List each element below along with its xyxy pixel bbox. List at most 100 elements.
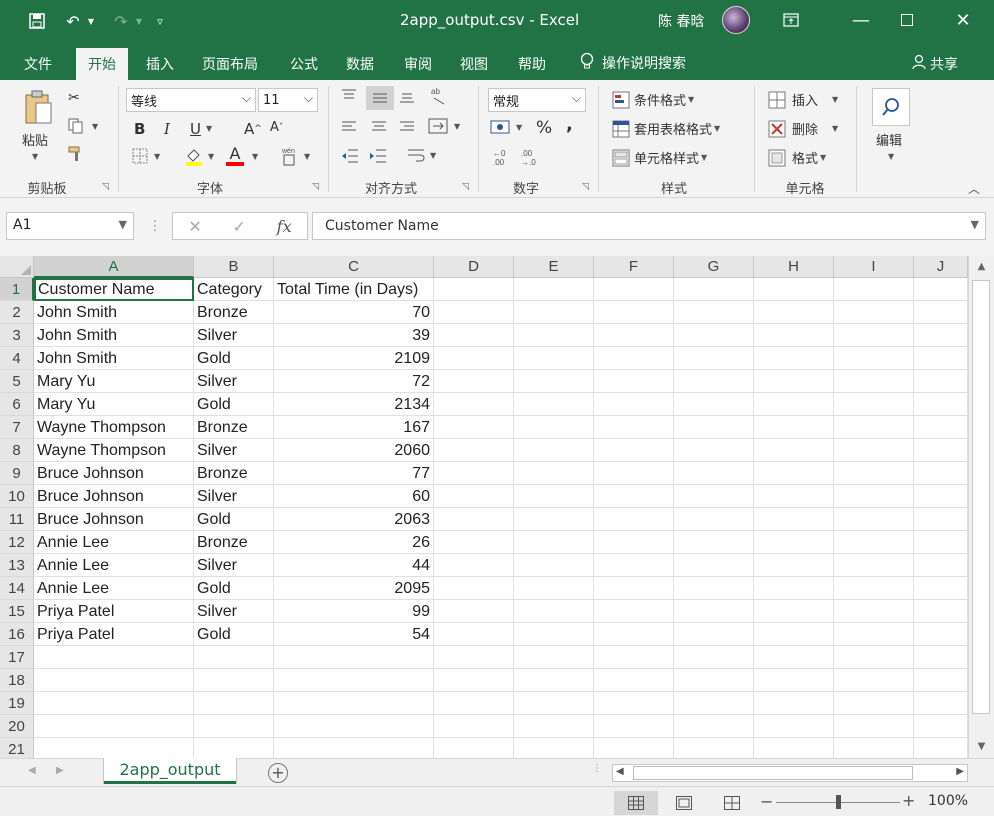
row-header[interactable]: 5 — [0, 370, 34, 393]
column-header-g[interactable]: G — [674, 256, 754, 278]
table-cell[interactable] — [274, 669, 434, 692]
table-cell[interactable] — [914, 577, 968, 600]
table-cell[interactable] — [594, 692, 674, 715]
table-cell[interactable] — [274, 646, 434, 669]
table-cell[interactable]: John Smith — [34, 347, 194, 370]
table-cell[interactable]: Priya Patel — [34, 600, 194, 623]
table-cell[interactable] — [754, 577, 834, 600]
table-cell[interactable] — [674, 600, 754, 623]
format-painter-icon[interactable] — [68, 146, 84, 162]
splitter-handle[interactable]: ⋮ — [148, 218, 162, 234]
column-header-j[interactable]: J — [914, 256, 968, 278]
table-cell[interactable] — [434, 600, 514, 623]
table-cell[interactable] — [34, 715, 194, 738]
row-header[interactable]: 10 — [0, 485, 34, 508]
undo-dropdown-icon[interactable]: ▼ — [86, 10, 96, 32]
table-cell[interactable]: 39 — [274, 324, 434, 347]
row-header[interactable]: 11 — [0, 508, 34, 531]
table-cell[interactable] — [514, 324, 594, 347]
table-cell[interactable]: Bruce Johnson — [34, 508, 194, 531]
table-cell[interactable] — [754, 508, 834, 531]
expand-formula-bar-icon[interactable]: ▼ — [971, 218, 979, 231]
table-cell[interactable] — [754, 370, 834, 393]
underline-dropdown-icon[interactable]: ▼ — [206, 124, 212, 133]
table-cell[interactable] — [514, 370, 594, 393]
ribbon-display-options-icon[interactable] — [768, 0, 814, 40]
table-cell[interactable] — [434, 347, 514, 370]
table-cell[interactable]: 2063 — [274, 508, 434, 531]
table-cell[interactable] — [594, 508, 674, 531]
table-cell[interactable]: Annie Lee — [34, 531, 194, 554]
table-cell[interactable] — [914, 347, 968, 370]
table-cell[interactable] — [514, 600, 594, 623]
redo-dropdown-icon[interactable]: ▼ — [134, 10, 144, 32]
table-cell[interactable] — [514, 738, 594, 758]
table-cell[interactable] — [594, 669, 674, 692]
tab-page-layout[interactable]: 页面布局 — [190, 48, 270, 80]
table-cell[interactable] — [194, 646, 274, 669]
table-cell[interactable] — [514, 554, 594, 577]
table-cell[interactable] — [434, 301, 514, 324]
table-cell[interactable] — [834, 577, 914, 600]
table-cell[interactable] — [594, 462, 674, 485]
table-cell[interactable]: Silver — [194, 439, 274, 462]
conditional-formatting-button[interactable]: 条件格式 ▼ — [612, 90, 694, 109]
row-header[interactable]: 20 — [0, 715, 34, 738]
table-cell[interactable] — [674, 531, 754, 554]
tell-me-search[interactable]: 操作说明搜索 — [580, 52, 686, 74]
table-cell[interactable] — [514, 416, 594, 439]
table-cell[interactable]: Silver — [194, 324, 274, 347]
table-cell[interactable] — [34, 646, 194, 669]
editing-dropdown-icon[interactable]: ▼ — [888, 152, 894, 161]
table-cell[interactable] — [914, 278, 968, 301]
table-cell[interactable] — [34, 692, 194, 715]
table-cell[interactable] — [754, 324, 834, 347]
table-cell[interactable]: Silver — [194, 370, 274, 393]
tab-review[interactable]: 审阅 — [392, 48, 444, 80]
table-cell[interactable] — [434, 324, 514, 347]
zoom-level[interactable]: 100% — [928, 793, 968, 809]
table-cell[interactable]: 2109 — [274, 347, 434, 370]
table-cell[interactable] — [834, 508, 914, 531]
row-header[interactable]: 15 — [0, 600, 34, 623]
tab-formulas[interactable]: 公式 — [278, 48, 330, 80]
paste-dropdown-icon[interactable]: ▼ — [32, 152, 38, 161]
table-cell[interactable]: Category — [194, 278, 274, 301]
table-cell[interactable] — [754, 462, 834, 485]
top-align-icon[interactable] — [340, 88, 358, 104]
table-cell[interactable] — [514, 669, 594, 692]
column-header-f[interactable]: F — [594, 256, 674, 278]
table-cell[interactable]: Annie Lee — [34, 577, 194, 600]
column-header-c[interactable]: C — [274, 256, 434, 278]
table-cell[interactable] — [754, 416, 834, 439]
search-icon[interactable] — [872, 88, 910, 126]
table-cell[interactable] — [674, 416, 754, 439]
table-cell[interactable] — [194, 715, 274, 738]
formula-input[interactable]: Customer Name ▼ — [312, 212, 986, 240]
table-cell[interactable]: Wayne Thompson — [34, 439, 194, 462]
table-cell[interactable] — [674, 278, 754, 301]
table-cell[interactable] — [914, 692, 968, 715]
table-cell[interactable] — [674, 646, 754, 669]
table-cell[interactable] — [914, 439, 968, 462]
accounting-format-icon[interactable]: ▼ — [490, 118, 522, 136]
row-header[interactable]: 17 — [0, 646, 34, 669]
table-cell[interactable] — [594, 347, 674, 370]
table-cell[interactable] — [914, 393, 968, 416]
table-cell[interactable]: Silver — [194, 554, 274, 577]
avatar[interactable] — [722, 6, 750, 34]
increase-indent-icon[interactable] — [368, 148, 388, 164]
wrap-text-icon[interactable]: ▼ — [406, 146, 436, 164]
enter-icon[interactable]: ✓ — [233, 217, 246, 236]
table-cell[interactable] — [834, 623, 914, 646]
decrease-decimal-icon[interactable]: .00 →.0 — [520, 148, 540, 166]
number-format-dropdown[interactable]: 常规 ⌵ — [488, 88, 586, 112]
tab-file[interactable]: 文件 — [12, 48, 64, 80]
table-cell[interactable] — [754, 554, 834, 577]
column-header-d[interactable]: D — [434, 256, 514, 278]
increase-decimal-icon[interactable]: ←0.00 — [492, 148, 512, 166]
table-cell[interactable] — [514, 692, 594, 715]
table-cell[interactable] — [834, 485, 914, 508]
column-header-e[interactable]: E — [514, 256, 594, 278]
scroll-left-icon[interactable]: ◀ — [616, 766, 624, 777]
